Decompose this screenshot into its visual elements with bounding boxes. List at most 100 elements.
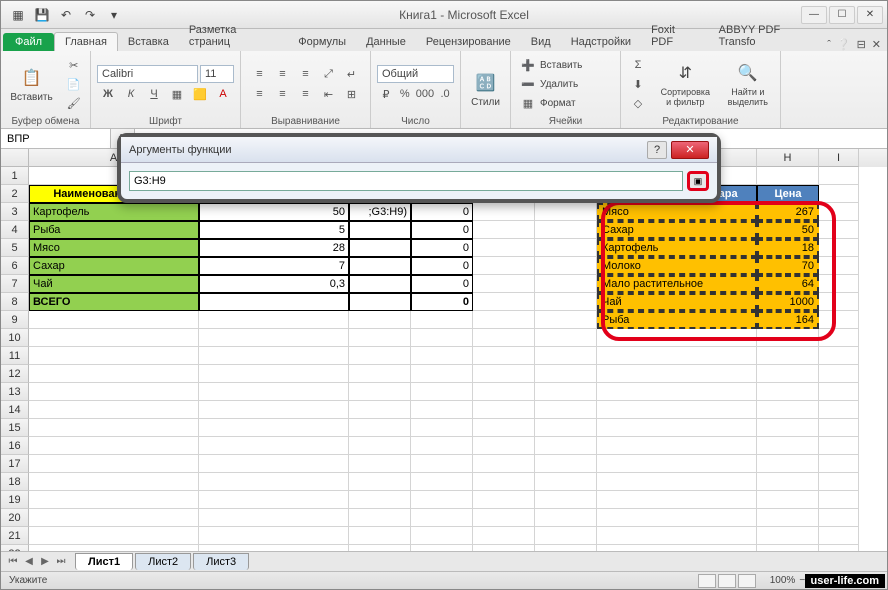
cell[interactable]	[473, 473, 535, 491]
cell[interactable]	[349, 473, 411, 491]
row-header[interactable]: 3	[1, 203, 29, 221]
cell[interactable]	[349, 419, 411, 437]
cell[interactable]	[411, 455, 473, 473]
dialog-close-button[interactable]: ✕	[671, 141, 709, 159]
cell[interactable]	[199, 437, 349, 455]
cell[interactable]	[757, 401, 819, 419]
tab-data[interactable]: Данные	[356, 33, 416, 51]
cell[interactable]: 64	[757, 275, 819, 293]
cell[interactable]: 0	[411, 203, 473, 221]
format-painter-icon[interactable]: 🖌	[63, 94, 85, 112]
row-header[interactable]: 21	[1, 527, 29, 545]
cell[interactable]	[535, 509, 597, 527]
cell[interactable]	[757, 167, 819, 185]
wrap-text-button[interactable]: ↵	[341, 65, 363, 83]
cell[interactable]	[535, 455, 597, 473]
cell[interactable]	[819, 365, 859, 383]
row-header[interactable]: 16	[1, 437, 29, 455]
cell[interactable]	[349, 437, 411, 455]
cell[interactable]	[535, 491, 597, 509]
cell[interactable]	[411, 329, 473, 347]
worksheet[interactable]: A B C D E F G H I 12Наименование товараК…	[1, 149, 887, 555]
cell[interactable]: ВСЕГО	[29, 293, 199, 311]
cell[interactable]	[29, 509, 199, 527]
cell[interactable]	[199, 311, 349, 329]
tab-review[interactable]: Рецензирование	[416, 33, 521, 51]
fill-button[interactable]: ⬇	[627, 75, 649, 93]
row-header[interactable]: 2	[1, 185, 29, 203]
cell[interactable]	[597, 509, 757, 527]
cell[interactable]: 0	[411, 275, 473, 293]
cell[interactable]	[535, 293, 597, 311]
cell[interactable]	[349, 491, 411, 509]
cell[interactable]	[349, 401, 411, 419]
tab-pagelayout[interactable]: Разметка страниц	[179, 21, 288, 51]
align-center-button[interactable]: ≡	[272, 85, 294, 103]
cell[interactable]: Цена	[757, 185, 819, 203]
font-name-select[interactable]: Calibri	[97, 65, 198, 83]
cell[interactable]	[411, 401, 473, 419]
align-top-button[interactable]: ≡	[249, 65, 271, 83]
number-format-select[interactable]: Общий	[377, 65, 454, 83]
cell[interactable]	[29, 419, 199, 437]
cell[interactable]: 28	[199, 239, 349, 257]
cell[interactable]	[29, 473, 199, 491]
cell[interactable]: 50	[757, 221, 819, 239]
cell[interactable]	[411, 437, 473, 455]
first-sheet-button[interactable]: ⏮	[5, 556, 21, 567]
cell[interactable]: Чай	[597, 293, 757, 311]
maximize-button[interactable]: ☐	[829, 6, 855, 24]
select-all-corner[interactable]	[1, 149, 29, 167]
file-tab[interactable]: Файл	[3, 33, 54, 51]
cell[interactable]	[29, 437, 199, 455]
cell[interactable]	[597, 329, 757, 347]
cell[interactable]	[819, 275, 859, 293]
cell[interactable]	[411, 491, 473, 509]
cell[interactable]	[819, 473, 859, 491]
clear-button[interactable]: ◇	[627, 94, 649, 112]
cell[interactable]	[819, 509, 859, 527]
cell[interactable]	[597, 401, 757, 419]
cell[interactable]	[29, 383, 199, 401]
cell[interactable]	[597, 419, 757, 437]
cell[interactable]: 70	[757, 257, 819, 275]
cell[interactable]	[473, 401, 535, 419]
cell[interactable]: 267	[757, 203, 819, 221]
cell[interactable]	[349, 527, 411, 545]
cell[interactable]	[819, 221, 859, 239]
cell[interactable]	[535, 311, 597, 329]
row-header[interactable]: 14	[1, 401, 29, 419]
cell[interactable]	[473, 239, 535, 257]
cell[interactable]	[473, 491, 535, 509]
cell[interactable]: Сахар	[597, 221, 757, 239]
insert-cells-button[interactable]: ➕	[517, 56, 539, 74]
sort-filter-button[interactable]: ⇵ Сортировка и фильтр	[655, 59, 716, 109]
cell[interactable]	[757, 365, 819, 383]
cell[interactable]	[349, 347, 411, 365]
align-left-button[interactable]: ≡	[249, 85, 271, 103]
merge-button[interactable]: ⊞	[341, 85, 363, 103]
cell[interactable]	[199, 455, 349, 473]
cell[interactable]: 0,3	[199, 275, 349, 293]
cell[interactable]	[819, 167, 859, 185]
align-middle-button[interactable]: ≡	[272, 65, 294, 83]
cell[interactable]	[819, 293, 859, 311]
expand-dialog-button[interactable]: ▣	[687, 171, 709, 191]
cell[interactable]	[819, 455, 859, 473]
cell[interactable]	[819, 401, 859, 419]
row-header[interactable]: 1	[1, 167, 29, 185]
find-button[interactable]: 🔍 Найти и выделить	[722, 59, 774, 109]
cell[interactable]	[29, 527, 199, 545]
cell[interactable]	[199, 347, 349, 365]
indent-dec-button[interactable]: ⇤	[318, 85, 340, 103]
close-button[interactable]: ✕	[857, 6, 883, 24]
cell[interactable]: 18	[757, 239, 819, 257]
cell[interactable]	[535, 473, 597, 491]
cell[interactable]	[757, 437, 819, 455]
row-header[interactable]: 4	[1, 221, 29, 239]
dialog-titlebar[interactable]: Аргументы функции ? ✕	[121, 137, 717, 163]
cell[interactable]	[29, 491, 199, 509]
cell[interactable]	[819, 527, 859, 545]
cell[interactable]	[757, 347, 819, 365]
cell[interactable]: Чай	[29, 275, 199, 293]
